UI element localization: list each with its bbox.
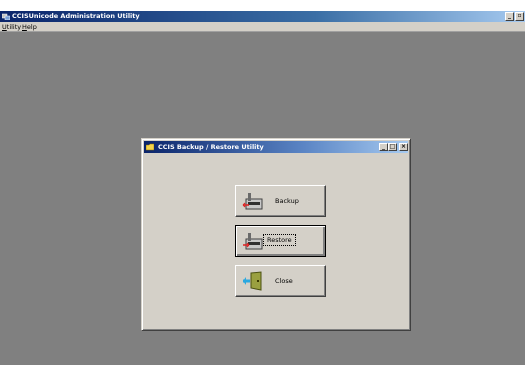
backup-label: Backup: [275, 197, 299, 205]
statusbar: [0, 365, 525, 379]
backup-restore-dialog: CCIS Backup / Restore Utility _ □ × Back…: [141, 138, 411, 331]
restore-window-button[interactable]: ▫: [515, 12, 524, 21]
menu-help[interactable]: Help: [22, 23, 37, 31]
app-icon: [2, 13, 10, 20]
menubar: Utility Help: [0, 22, 525, 32]
restore-label: Restore: [263, 234, 296, 246]
folder-icon: [146, 143, 154, 151]
restore-icon: [243, 233, 263, 250]
dialog-titlebar[interactable]: CCIS Backup / Restore Utility _ □ ×: [144, 141, 408, 153]
menu-utility[interactable]: Utility: [2, 23, 21, 31]
backup-button[interactable]: Backup: [235, 185, 326, 217]
dialog-maximize-button[interactable]: □: [388, 143, 397, 151]
exit-door-icon: [243, 271, 262, 291]
dialog-minimize-button[interactable]: _: [379, 143, 388, 151]
restore-button[interactable]: Restore: [235, 225, 326, 257]
minimize-button[interactable]: _: [505, 12, 514, 21]
close-label: Close: [275, 277, 293, 285]
app-title: CCISUnicode Administration Utility: [12, 12, 140, 20]
dialog-close-button[interactable]: ×: [399, 143, 408, 151]
app-titlebar[interactable]: CCISUnicode Administration Utility _ ▫: [0, 11, 525, 22]
close-button[interactable]: Close: [235, 265, 326, 297]
backup-icon: [242, 193, 263, 210]
dialog-title: CCIS Backup / Restore Utility: [158, 143, 264, 151]
